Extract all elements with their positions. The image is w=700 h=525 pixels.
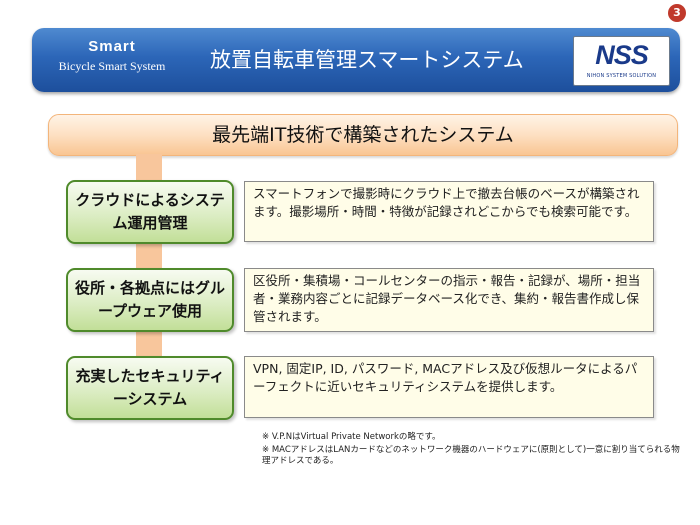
description-text: VPN, 固定IP, ID, パスワード, MACアドレス及び仮想ルータによるパ… — [253, 361, 638, 394]
feature-box-groupware: 役所・各拠点にはグループウェア使用 — [66, 268, 234, 332]
footnote-vpn: ※ V.P.NはVirtual Private Networkの略です。 — [262, 432, 441, 442]
brand-block: Smart Bicycle Smart System — [32, 38, 192, 74]
footnote-mac: ※ MACアドレスはLANカードなどのネットワーク機器のハードウェアに(原則とし… — [262, 445, 680, 466]
page-title: 放置自転車管理スマートシステム — [210, 48, 524, 72]
logo-mark: NSS — [595, 40, 649, 70]
feature-box-cloud: クラウドによるシステム運用管理 — [66, 180, 234, 244]
feature-box-security: 充実したセキュリティーシステム — [66, 356, 234, 420]
feature-label: クラウドによるシステム運用管理 — [75, 191, 225, 232]
banner-title: 最先端IT技術で構築されたシステム — [212, 124, 514, 146]
header-bar: Smart Bicycle Smart System 放置自転車管理スマートシス… — [32, 28, 680, 92]
company-logo: NSS NIHON SYSTEM SOLUTION — [573, 36, 670, 86]
description-box-groupware: 区役所・集積場・コールセンターの指示・報告・記録が、場所・担当者・業務内容ごとに… — [244, 268, 654, 332]
section-banner: 最先端IT技術で構築されたシステム — [48, 114, 678, 156]
footnotes: ※ V.P.NはVirtual Private Networkの略です。 ※ M… — [262, 432, 682, 469]
feature-label: 充実したセキュリティーシステム — [75, 367, 225, 408]
feature-label: 役所・各拠点にはグループウェア使用 — [75, 279, 226, 320]
description-text: スマートフォンで撮影時にクラウド上で撤去台帳のベースが構築されます。撮影場所・時… — [253, 186, 640, 219]
logo-subtitle: NIHON SYSTEM SOLUTION — [586, 73, 657, 79]
brand-subtitle: Bicycle Smart System — [58, 59, 166, 73]
brand-name: Smart — [88, 38, 136, 55]
page-number-badge: 3 — [668, 4, 686, 22]
description-box-security: VPN, 固定IP, ID, パスワード, MACアドレス及び仮想ルータによるパ… — [244, 356, 654, 418]
description-box-cloud: スマートフォンで撮影時にクラウド上で撤去台帳のベースが構築されます。撮影場所・時… — [244, 181, 654, 242]
description-text: 区役所・集積場・コールセンターの指示・報告・記録が、場所・担当者・業務内容ごとに… — [253, 273, 641, 324]
